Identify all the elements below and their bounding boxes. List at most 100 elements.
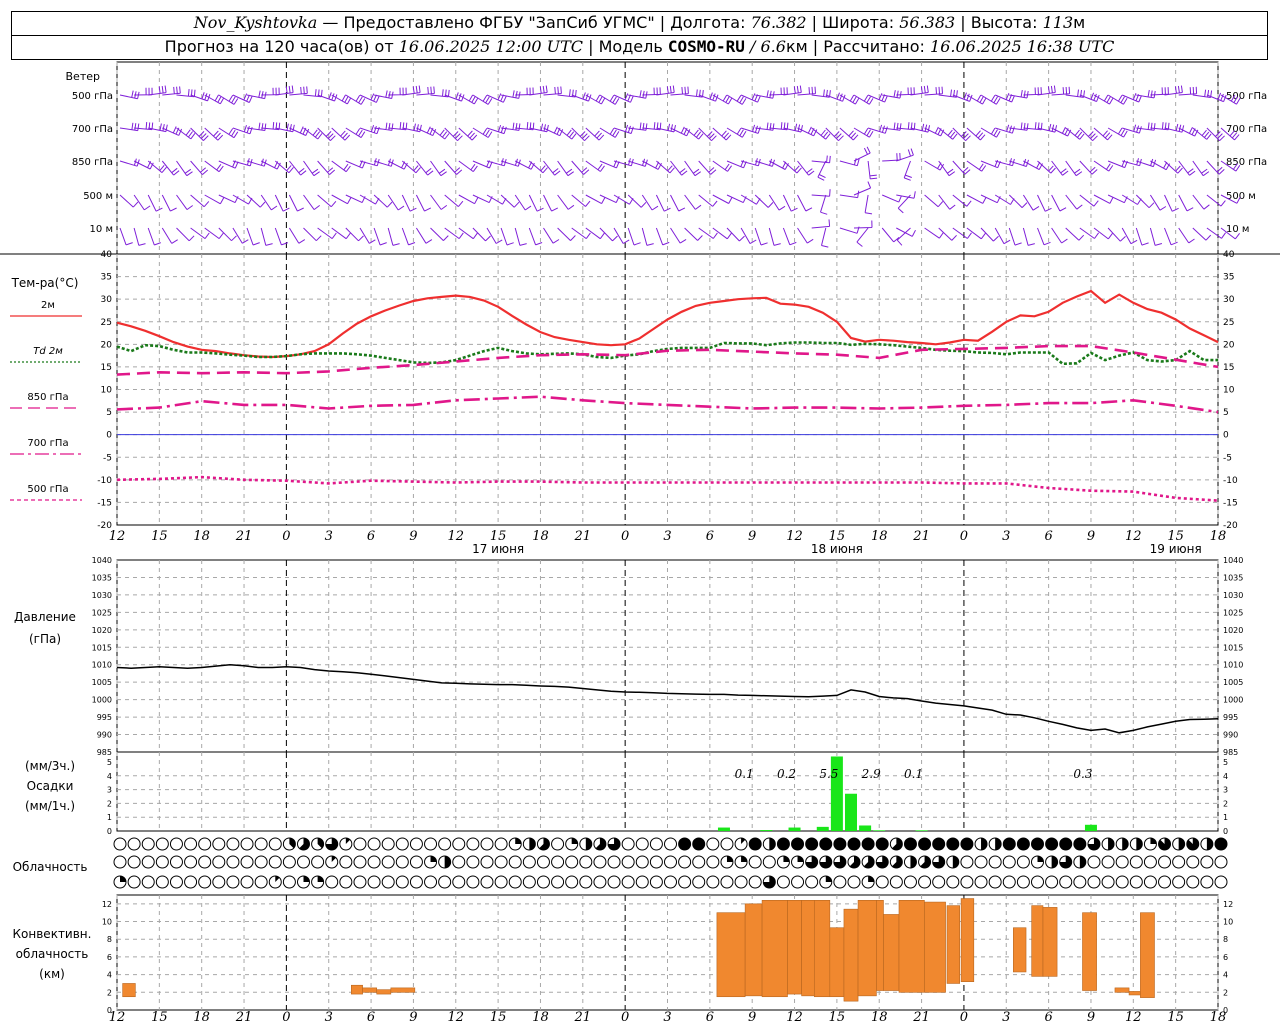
cloud-circle: [113, 837, 127, 851]
hour-tick-label-bottom: 0: [621, 1010, 629, 1024]
hour-tick-label: 3: [663, 529, 671, 544]
wind-barb: [1022, 194, 1040, 211]
wind-barb: [903, 160, 912, 181]
conv-bar: [813, 900, 831, 998]
wind-barb: [528, 194, 544, 212]
wind-barb: [613, 124, 634, 134]
wind-barb: [755, 90, 775, 99]
wind-barb: [1206, 194, 1226, 207]
cloud-circle: [903, 875, 917, 889]
wind-panel-title: Ветер: [66, 70, 100, 83]
wind-barb: [1065, 227, 1085, 241]
cloud-circle: [254, 855, 268, 869]
precip-tick-label-right: 0: [1223, 827, 1228, 836]
cloud-circle: [240, 837, 254, 851]
cloud-circle: [762, 855, 776, 869]
cloud-circle: [1172, 855, 1186, 869]
date-label: 18 июня: [811, 542, 863, 556]
cloud-circle: [113, 855, 127, 869]
pressure-tick-label: 1000: [92, 696, 112, 705]
wind-barb: [995, 124, 1015, 134]
cloud-title: Облачность: [13, 860, 88, 874]
wind-barb: [288, 227, 306, 244]
cloud-circle: [1115, 855, 1129, 869]
wind-barb: [289, 160, 307, 176]
cloud-circle: [1087, 875, 1101, 889]
wind-barb: [571, 194, 591, 207]
cloud-fill: [444, 856, 451, 868]
hour-tick-label: 21: [235, 529, 253, 544]
wind-barb: [938, 227, 957, 241]
wind-barb: [557, 160, 574, 177]
wind-barb: [811, 219, 831, 229]
wind-barb: [684, 160, 701, 177]
cloud-fill: [585, 838, 592, 850]
cloud-circle: [1059, 875, 1073, 889]
wind-level-label: 850 гПа: [72, 157, 113, 168]
wind-barb: [246, 122, 267, 131]
precip-tick-label-right: 1: [1223, 813, 1228, 822]
conv-bar: [898, 900, 925, 993]
cloud-circle: [141, 875, 155, 889]
wind-barb: [1023, 87, 1042, 96]
temp-tick-label-right: 25: [1223, 318, 1234, 328]
temp-tick-label: 5: [106, 408, 112, 418]
cloud-circle: [536, 855, 550, 869]
temp-tick-label: -15: [97, 498, 112, 508]
hour-tick-label-bottom: 15: [1167, 1010, 1184, 1024]
temp-tick-label: 30: [101, 295, 113, 305]
wind-barb: [176, 227, 195, 242]
wind-barb: [1149, 194, 1167, 211]
wind-barb: [415, 194, 432, 212]
precip-bar: [859, 825, 872, 831]
cloud-circle: [494, 855, 508, 869]
wind-barb: [670, 160, 688, 176]
pressure-tick-label-right: 1015: [1223, 643, 1243, 652]
cloud-circle: [635, 875, 649, 889]
conv-bar: [1114, 987, 1130, 993]
cloud-circle: [565, 875, 579, 889]
wind-barb: [373, 227, 387, 246]
pressure-tick-label: 990: [97, 731, 112, 740]
wind-barb: [910, 123, 931, 133]
wind-barb: [613, 227, 630, 244]
wind-barb: [655, 194, 671, 212]
wind-barb: [317, 160, 336, 175]
wind-barb: [288, 194, 304, 212]
wind-barb: [670, 227, 687, 244]
wind-barb: [359, 125, 380, 135]
wind-barb: [684, 194, 702, 210]
cloud-circle: [833, 875, 847, 889]
wind-barb: [656, 85, 675, 96]
precip-tick-label-right: 5: [1223, 758, 1228, 767]
cloud-circle: [268, 837, 282, 851]
cloud-fill: [1122, 838, 1129, 851]
cloud-circle: [212, 837, 226, 851]
cloud-fill: [946, 838, 959, 850]
wind-barb: [1022, 227, 1035, 246]
wind-barb: [755, 122, 775, 131]
hour-tick-label: 9: [409, 529, 417, 544]
wind-barb: [641, 227, 654, 246]
cloud-fill: [529, 838, 536, 850]
cloud-circle: [706, 855, 720, 869]
cloud-fill: [1003, 838, 1016, 850]
wind-barb: [119, 227, 133, 246]
cloud-fill: [1178, 838, 1185, 851]
wind-barb: [387, 227, 400, 246]
precip-tick-label: 5: [107, 758, 112, 767]
wind-barb: [430, 194, 448, 210]
cloud-circle: [706, 837, 720, 851]
wind-barb: [938, 194, 956, 210]
temp-tick-label: 0: [106, 431, 112, 441]
cloud-circle: [1186, 855, 1200, 869]
cloud-circle: [932, 875, 946, 889]
wind-barb: [1164, 194, 1179, 212]
wind-barb: [303, 227, 322, 242]
precip-tick-label-right: 3: [1223, 786, 1228, 795]
precip-label-1h: (мм/1ч.): [25, 799, 75, 813]
wind-barb: [161, 160, 180, 176]
wind-barb: [1051, 194, 1067, 212]
temp-tick-label-right: 0: [1223, 431, 1229, 441]
cloud-circle: [678, 855, 692, 869]
